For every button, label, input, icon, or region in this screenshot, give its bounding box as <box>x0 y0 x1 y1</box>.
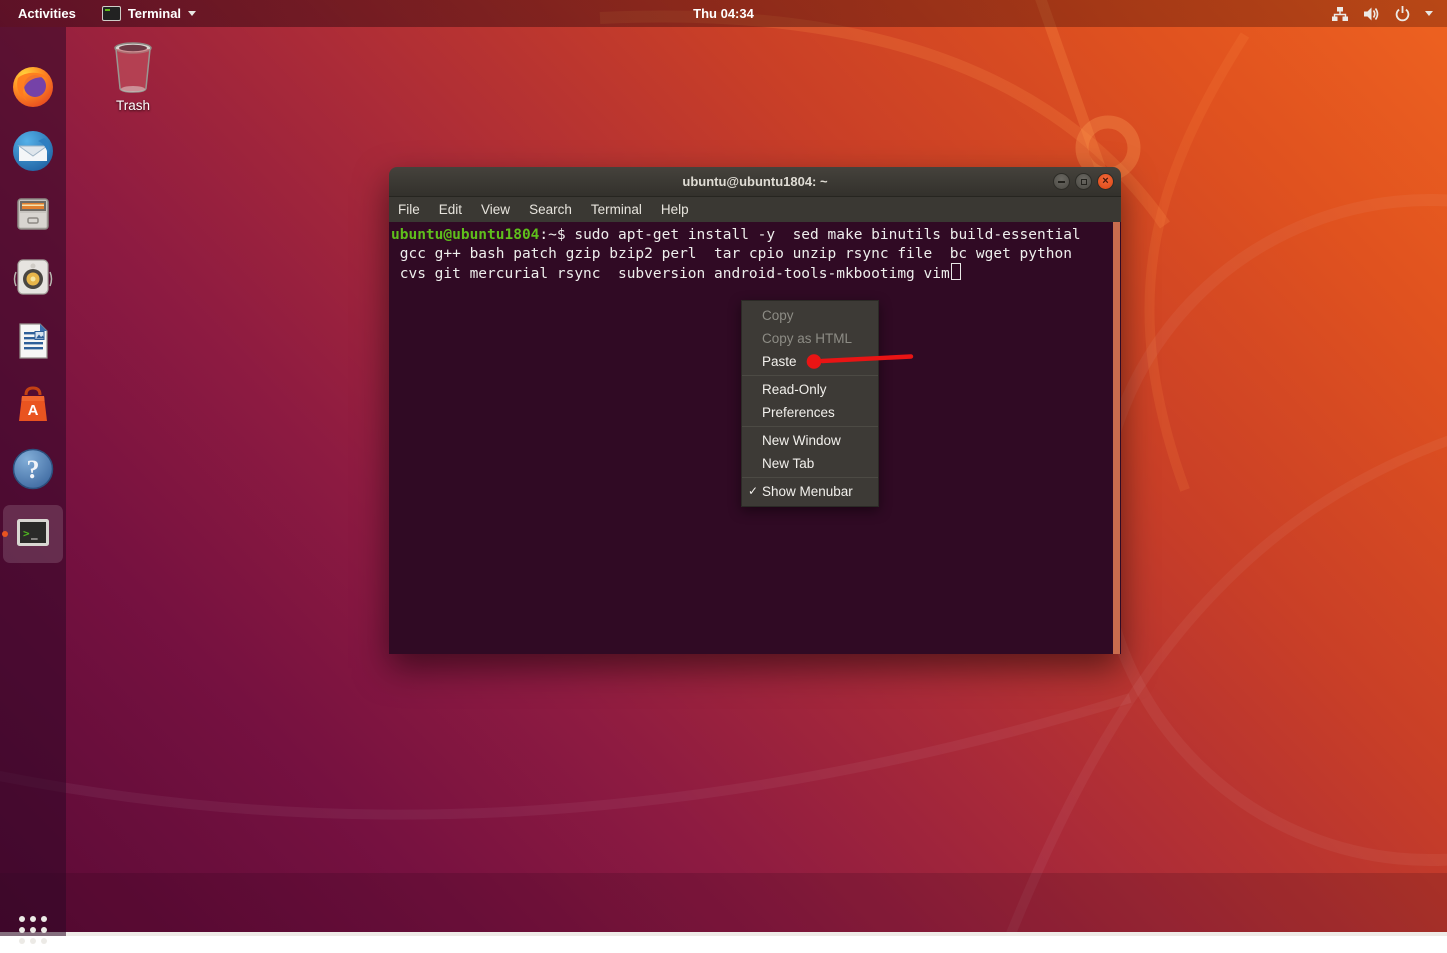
menu-separator <box>742 426 878 427</box>
writer-icon <box>10 318 56 364</box>
dock-item-files[interactable] <box>10 191 56 237</box>
wallpaper-bottom-band <box>0 873 1447 933</box>
menu-item-show-menubar[interactable]: ✓Show Menubar <box>742 480 878 503</box>
dock-item-show-applications[interactable] <box>10 907 56 953</box>
menu-view[interactable]: View <box>481 202 510 217</box>
trash-shortcut[interactable]: Trash <box>103 40 163 113</box>
software-icon: A <box>10 382 56 428</box>
close-icon: × <box>1102 176 1108 187</box>
terminal-app-icon <box>102 6 121 21</box>
clock[interactable]: Thu 04:34 <box>0 6 1447 21</box>
thunderbird-icon <box>10 128 56 174</box>
desktop: Activities Terminal Thu 04:34 <box>0 0 1447 936</box>
dock-item-libreoffice-writer[interactable] <box>10 318 56 364</box>
prompt-path: ~ <box>548 227 557 243</box>
screen-bottom-strip <box>0 932 1447 936</box>
power-icon[interactable] <box>1394 5 1411 22</box>
terminal-line-1: ubuntu@ubuntu1804:~$ sudo apt-get instal… <box>391 226 1081 244</box>
rhythmbox-icon <box>10 254 56 300</box>
activities-button[interactable]: Activities <box>18 6 76 21</box>
trash-label: Trash <box>103 98 163 113</box>
window-titlebar[interactable]: ubuntu@ubuntu1804: ~ × <box>389 167 1121 197</box>
dock-item-ubuntu-software[interactable]: A <box>10 382 56 428</box>
app-menu[interactable]: Terminal <box>102 6 196 21</box>
terminal-icon: > _ <box>10 510 56 556</box>
network-icon[interactable] <box>1331 6 1349 22</box>
terminal-cursor <box>951 263 961 280</box>
menu-item-paste[interactable]: Paste <box>742 350 878 373</box>
firefox-icon <box>10 64 56 110</box>
maximize-button[interactable] <box>1075 173 1092 190</box>
menu-separator <box>742 477 878 478</box>
menu-item-preferences[interactable]: Preferences <box>742 401 878 424</box>
software-a-glyph: A <box>28 402 39 419</box>
dock-item-help[interactable]: ? <box>10 446 56 492</box>
help-qmark-glyph: ? <box>27 455 40 484</box>
window-title: ubuntu@ubuntu1804: ~ <box>682 174 827 189</box>
app-grid-icon <box>10 907 56 953</box>
context-menu: Copy Copy as HTML Paste Read-Only Prefer… <box>741 300 879 507</box>
chevron-down-icon <box>188 11 196 16</box>
trash-icon <box>106 40 160 96</box>
prompt-symbol: $ <box>557 227 566 243</box>
dock: A ? > _ <box>0 27 66 936</box>
window-menubar: File Edit View Search Terminal Help <box>389 197 1121 222</box>
menu-search[interactable]: Search <box>529 202 572 217</box>
prompt-colon: : <box>539 227 548 243</box>
terminal-line-2: gcc g++ bash patch gzip bzip2 perl tar c… <box>391 245 1072 263</box>
dock-item-terminal[interactable]: > _ <box>10 510 56 556</box>
terminal-underscore-glyph: _ <box>31 527 38 540</box>
terminal-line-3: cvs git mercurial rsync subversion andro… <box>391 263 961 283</box>
app-menu-label: Terminal <box>128 6 181 21</box>
top-bar: Activities Terminal Thu 04:34 <box>0 0 1447 27</box>
menu-item-new-window[interactable]: New Window <box>742 429 878 452</box>
terminal-gt-glyph: > <box>23 527 30 540</box>
menu-item-new-tab[interactable]: New Tab <box>742 452 878 475</box>
close-button[interactable]: × <box>1097 173 1114 190</box>
files-icon <box>10 191 56 237</box>
menu-item-copy: Copy <box>742 304 878 327</box>
help-icon: ? <box>10 446 56 492</box>
scrollbar[interactable] <box>1113 222 1120 654</box>
volume-icon[interactable] <box>1363 6 1380 22</box>
command-text: sudo apt-get install -y sed make binutil… <box>566 227 1081 243</box>
menu-file[interactable]: File <box>398 202 420 217</box>
menu-edit[interactable]: Edit <box>439 202 462 217</box>
dock-running-dot <box>2 531 8 537</box>
menu-help[interactable]: Help <box>661 202 689 217</box>
check-icon: ✓ <box>748 480 758 503</box>
menu-separator <box>742 375 878 376</box>
menu-item-read-only[interactable]: Read-Only <box>742 378 878 401</box>
chevron-down-icon[interactable] <box>1425 11 1433 16</box>
menu-item-copy-as-html: Copy as HTML <box>742 327 878 350</box>
prompt-user: ubuntu@ubuntu1804 <box>391 227 539 243</box>
dock-item-firefox[interactable] <box>10 64 56 110</box>
dock-item-thunderbird[interactable] <box>10 128 56 174</box>
dock-item-rhythmbox[interactable] <box>10 254 56 300</box>
menu-terminal[interactable]: Terminal <box>591 202 642 217</box>
minimize-button[interactable] <box>1053 173 1070 190</box>
